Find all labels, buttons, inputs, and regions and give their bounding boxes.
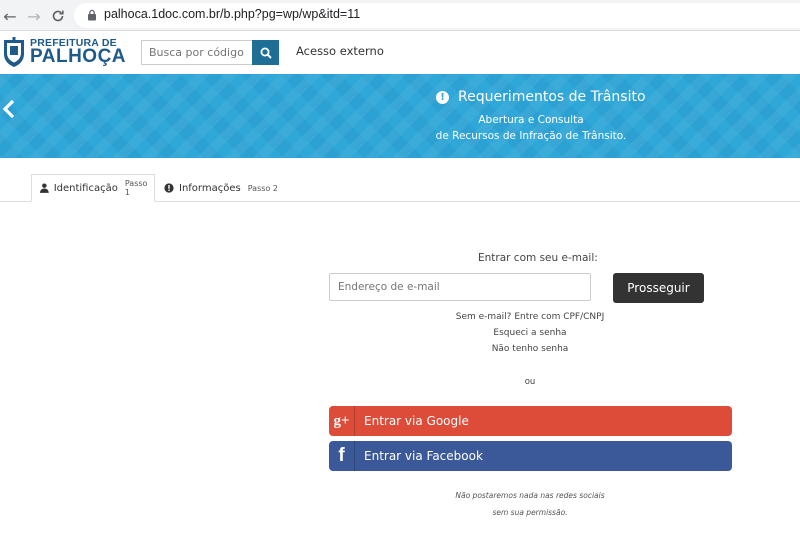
- url-text: palhoca.1doc.com.br/b.php?pg=wp/wp&itd=1…: [104, 7, 361, 21]
- forgot-password-link[interactable]: Esqueci a senha: [330, 328, 730, 338]
- page-banner: ! Requerimentos de Trânsito Abertura e C…: [0, 74, 800, 158]
- tab-informacoes[interactable]: Informações Passo 2: [160, 174, 280, 202]
- logo-line2: PALHOÇA: [30, 46, 127, 67]
- browser-toolbar: ← → palhoca.1doc.com.br/b.php?pg=wp/wp&i…: [0, 0, 800, 31]
- site-header: PREFEITURA DE PALHOÇA Acesso externo: [0, 31, 800, 74]
- privacy-note-line1: Não postaremos nada nas redes sociais: [455, 491, 605, 500]
- search-icon: [260, 47, 272, 59]
- prefeitura-logo[interactable]: PREFEITURA DE PALHOÇA: [0, 35, 127, 69]
- back-arrow-icon[interactable]: ←: [0, 6, 20, 26]
- or-separator: ou: [524, 377, 536, 387]
- tab-step: Passo 2: [247, 183, 278, 193]
- email-label: Entrar com seu e-mail:: [478, 252, 598, 264]
- external-access-link[interactable]: Acesso externo: [296, 44, 384, 58]
- tab-identificacao[interactable]: Identificação Passo 1: [31, 174, 155, 202]
- banner-title-text: Requerimentos de Trânsito: [458, 89, 646, 105]
- tab-label: Identificação: [53, 182, 118, 194]
- google-login-button[interactable]: g+ Entrar via Google: [329, 406, 732, 436]
- search-button[interactable]: [252, 40, 279, 65]
- google-plus-icon: g+: [329, 406, 355, 436]
- forward-arrow-icon[interactable]: →: [24, 6, 44, 26]
- facebook-login-button[interactable]: f Entrar via Facebook: [329, 441, 732, 471]
- banner-subtitle-line1: Abertura e Consulta: [478, 114, 584, 126]
- banner-subtitle-line2: de Recursos de Infração de Trânsito.: [435, 130, 627, 142]
- facebook-icon: f: [329, 441, 355, 471]
- reload-icon[interactable]: [48, 6, 68, 26]
- address-bar[interactable]: palhoca.1doc.com.br/b.php?pg=wp/wp&itd=1…: [74, 3, 800, 28]
- banner-title: ! Requerimentos de Trânsito: [436, 89, 646, 105]
- user-icon: [40, 183, 49, 193]
- facebook-login-label: Entrar via Facebook: [364, 449, 483, 463]
- no-password-link[interactable]: Não tenho senha: [330, 344, 730, 354]
- search-input[interactable]: [141, 40, 252, 65]
- lock-icon: [88, 9, 96, 21]
- tab-step: Passo 1: [124, 179, 148, 197]
- exclamation-circle-icon: !: [436, 90, 449, 104]
- coat-of-arms-icon: [4, 37, 24, 67]
- exclamation-circle-icon: [164, 183, 174, 193]
- email-input[interactable]: [329, 273, 591, 301]
- prosseguir-button[interactable]: Prosseguir: [613, 273, 704, 303]
- no-email-cpf-link[interactable]: Sem e-mail? Entre com CPF/CNPJ: [330, 312, 730, 322]
- google-login-label: Entrar via Google: [364, 414, 469, 428]
- tab-label: Informações: [179, 182, 241, 194]
- privacy-note-line2: sem sua permissão.: [492, 508, 568, 517]
